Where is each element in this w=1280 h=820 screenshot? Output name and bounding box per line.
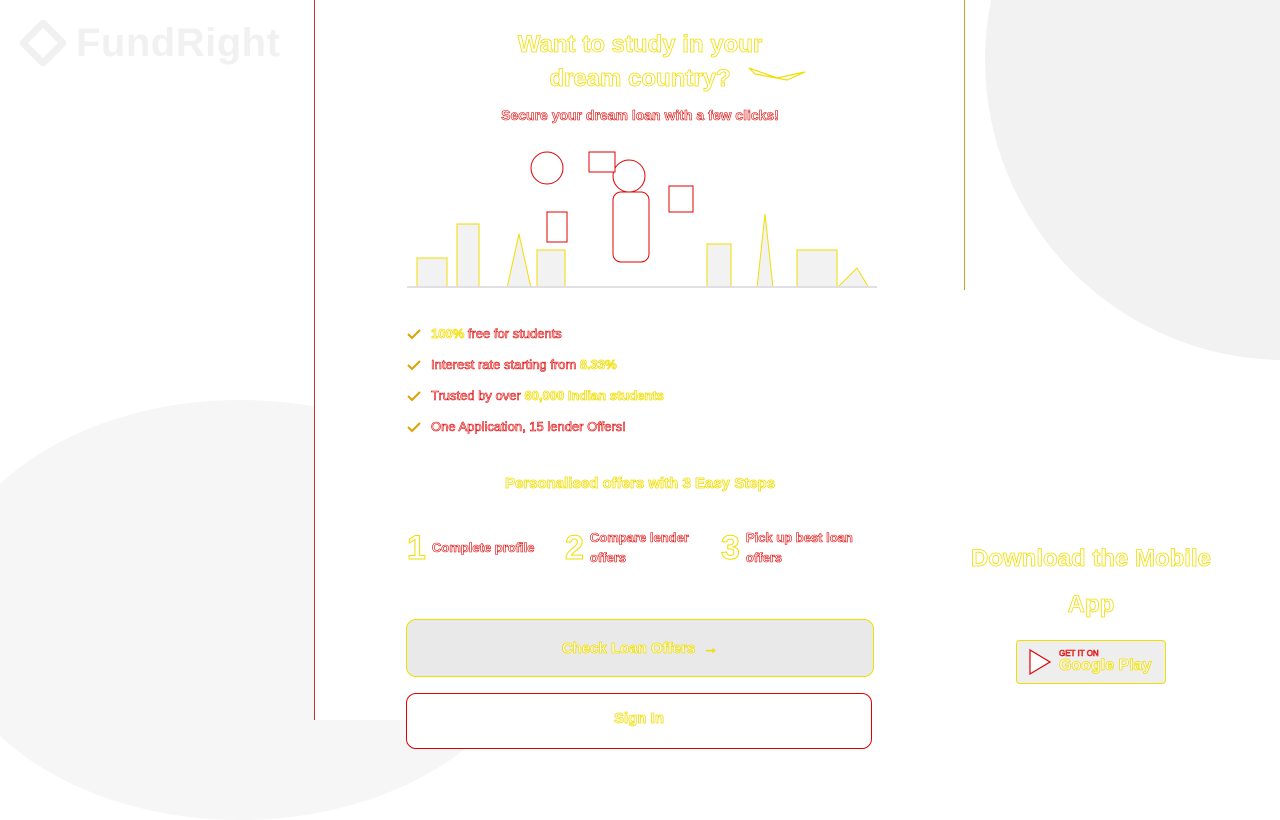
sign-in-button[interactable]: Sign In [406, 693, 872, 749]
main-column: Want to study in your dream country? Sec… [314, 0, 965, 749]
google-play-button[interactable]: GET IT ON Google Play [1016, 640, 1166, 684]
benefits-list: 100% free for students Interest rate sta… [407, 318, 664, 442]
steps-title: Personalised offers with 3 Easy Steps [504, 475, 776, 493]
download-app-title: Download the Mobile App [971, 545, 1212, 619]
brand-logo[interactable]: FundRight [20, 20, 280, 66]
diamond-logo-icon [20, 20, 66, 66]
checkmark-icon [407, 421, 421, 432]
hero-title: Want to study in your dream country? [315, 28, 965, 96]
step-number: 2 [565, 528, 585, 567]
benefit-item: One Application, 15 lender Offers! [407, 411, 664, 442]
arrow-right-icon: → [703, 639, 719, 657]
step-3: 3 Pick up best loan offers [721, 522, 877, 574]
checkmark-icon [407, 328, 421, 339]
store-big-label: Google Play [1059, 657, 1152, 674]
signin-label: Sign In [614, 710, 665, 728]
cta-label: Check Loan Offers [561, 639, 696, 657]
step-1: 1 Complete profile [407, 522, 565, 574]
step-number: 3 [721, 528, 741, 567]
benefit-item: Interest rate starting from 8.33% [407, 349, 664, 380]
checkmark-icon [407, 359, 421, 370]
hero-subtitle: Secure your dream loan with a few clicks… [501, 107, 779, 124]
airplane-icon [748, 67, 806, 81]
column-divider [964, 0, 965, 290]
steps-row: 1 Complete profile 2 Compare lender offe… [407, 522, 877, 574]
step-number: 1 [407, 528, 427, 567]
step-label: Complete profile [431, 540, 535, 556]
step-label: Pick up best loan offers [745, 530, 854, 566]
brand-name: FundRight [76, 20, 281, 65]
check-loan-offers-button[interactable]: Check Loan Offers → [406, 619, 874, 677]
step-2: 2 Compare lender offers [565, 522, 721, 574]
benefit-item: 100% free for students [407, 318, 664, 349]
skyline-student-illustration [407, 151, 877, 288]
step-label: Compare lender offers [589, 530, 690, 566]
play-store-icon [1029, 648, 1052, 676]
checkmark-icon [407, 390, 421, 401]
benefit-item: Trusted by over 60,000 Indian students [407, 380, 664, 411]
